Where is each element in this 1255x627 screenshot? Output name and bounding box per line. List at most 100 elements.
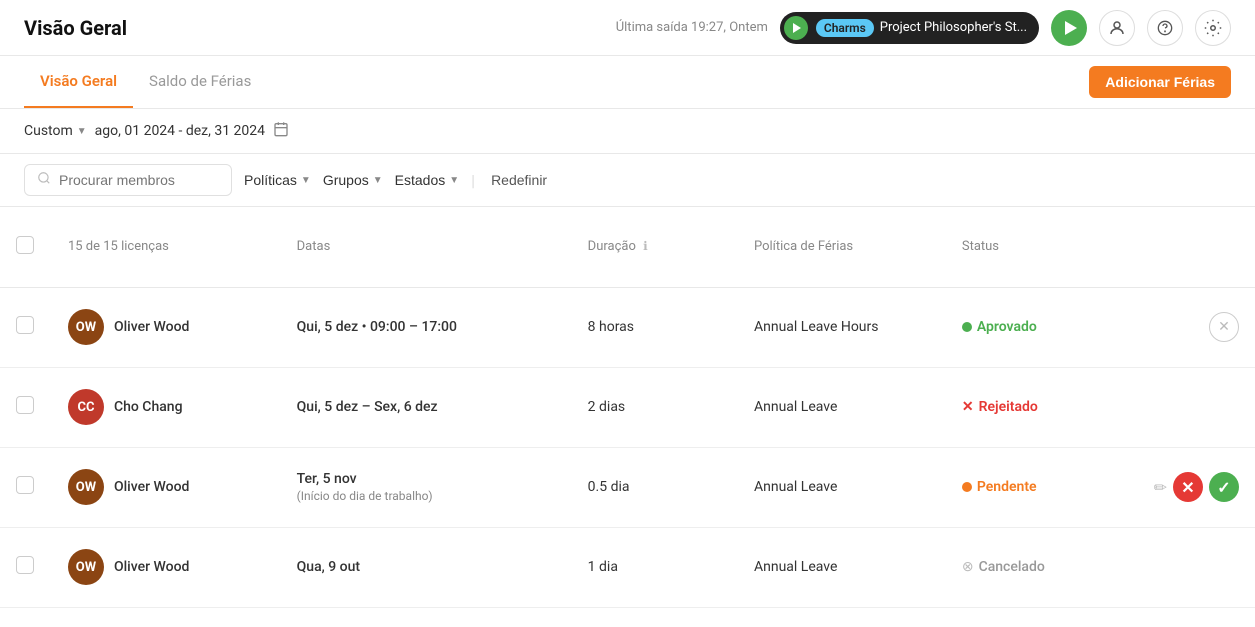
- cancel-action-button[interactable]: ✕: [1209, 312, 1239, 342]
- status-badge: Aprovado: [962, 319, 1117, 335]
- actions-cell: ✕: [1133, 287, 1255, 367]
- policies-arrow-icon: ▼: [301, 175, 311, 186]
- status-dot-icon: [962, 322, 972, 332]
- reset-button[interactable]: Redefinir: [491, 172, 547, 188]
- status-badge: ✕Rejeitado: [962, 399, 1117, 415]
- add-ferias-button[interactable]: Adicionar Férias: [1089, 66, 1231, 98]
- help-icon-button[interactable]: [1147, 10, 1183, 46]
- action-icons: ✏ ✕ ✓: [1149, 472, 1239, 502]
- duration-cell: 8 horas: [572, 287, 738, 367]
- page-title: Visão Geral: [24, 16, 127, 40]
- search-filter-row: Políticas ▼ Grupos ▼ Estados ▼ | Redefin…: [0, 154, 1255, 207]
- date-main: Ter, 5 nov: [297, 471, 556, 487]
- actions-cell: [1133, 367, 1255, 447]
- duration-cell: 1 dia: [572, 527, 738, 607]
- select-all-checkbox[interactable]: [16, 236, 34, 254]
- date-main: Qui, 5 dez • 09:00 – 17:00: [297, 319, 556, 335]
- policy-cell: Annual Leave: [738, 527, 946, 607]
- user-icon-button[interactable]: [1099, 10, 1135, 46]
- project-play-icon: [784, 16, 808, 40]
- calendar-icon[interactable]: [273, 121, 289, 141]
- avatar: OW: [68, 469, 104, 505]
- groups-arrow-icon: ▼: [373, 175, 383, 186]
- table-wrap: 15 de 15 licenças Datas Duração ℹ Políti…: [0, 207, 1255, 627]
- date-filter: Custom ▼ ago, 01 2024 - dez, 31 2024: [24, 121, 289, 141]
- date-filter-row: Custom ▼ ago, 01 2024 - dez, 31 2024: [0, 109, 1255, 154]
- edit-action-button[interactable]: ✏: [1154, 478, 1167, 497]
- row-checkbox[interactable]: [16, 396, 34, 414]
- member-cell: OW Oliver Wood: [68, 309, 265, 345]
- project-tag: Charms: [816, 19, 874, 37]
- row-checkbox[interactable]: [16, 316, 34, 334]
- duration-cell: 0.5 dia: [572, 447, 738, 527]
- member-cell: OW Oliver Wood: [68, 469, 265, 505]
- avatar: OW: [68, 309, 104, 345]
- status-dot-icon: [962, 482, 972, 492]
- duration-cell: 2 dias: [572, 367, 738, 447]
- th-check: [0, 207, 52, 287]
- status-badge: Pendente: [962, 479, 1117, 495]
- header: Visão Geral Última saída 19:27, Ontem Ch…: [0, 0, 1255, 56]
- member-name: Oliver Wood: [114, 319, 189, 335]
- avatar: CC: [68, 389, 104, 425]
- play-button[interactable]: [1051, 10, 1087, 46]
- table-row: OW Oliver Wood Qui, 5 dez • 09:00 – 17:0…: [0, 287, 1255, 367]
- th-duration: Duração ℹ: [572, 207, 738, 287]
- member-cell: CC Cho Chang: [68, 389, 265, 425]
- status-cell: ✕Rejeitado: [946, 367, 1133, 447]
- table-row: OW Oliver Wood Ter, 5 nov (Início do dia…: [0, 447, 1255, 527]
- duration-info-icon: ℹ: [643, 239, 648, 253]
- tab-saldo-ferias[interactable]: Saldo de Férias: [133, 56, 267, 108]
- header-right: Última saída 19:27, Ontem Charms Project…: [616, 10, 1231, 46]
- separator: |: [471, 171, 475, 190]
- row-checkbox[interactable]: [16, 476, 34, 494]
- status-circle-icon: ⊗: [962, 559, 974, 575]
- active-project[interactable]: Charms Project Philosopher's St...: [780, 12, 1039, 44]
- policies-label: Políticas: [244, 172, 297, 188]
- member-cell: OW Oliver Wood: [68, 549, 265, 585]
- action-icons: ✕: [1149, 312, 1239, 342]
- date-range-label: ago, 01 2024 - dez, 31 2024: [95, 123, 265, 139]
- states-filter-button[interactable]: Estados ▼: [395, 172, 460, 188]
- avatar: OW: [68, 549, 104, 585]
- policy-cell: Annual Leave: [738, 447, 946, 527]
- approve-action-button[interactable]: ✓: [1209, 472, 1239, 502]
- status-cell: ⊗Cancelado: [946, 527, 1133, 607]
- actions-cell: [1133, 527, 1255, 607]
- row-checkbox[interactable]: [16, 556, 34, 574]
- table-row: OW Oliver Wood Qua, 9 out 1 diaAnnual Le…: [0, 527, 1255, 607]
- policy-cell: Annual Leave: [738, 367, 946, 447]
- status-cell: Aprovado: [946, 287, 1133, 367]
- custom-text: Custom: [24, 123, 73, 139]
- member-name: Oliver Wood: [114, 479, 189, 495]
- duration-label: Duração: [588, 239, 636, 254]
- policies-filter-button[interactable]: Políticas ▼: [244, 172, 311, 188]
- tab-visao-geral[interactable]: Visão Geral: [24, 56, 133, 108]
- groups-filter-button[interactable]: Grupos ▼: [323, 172, 383, 188]
- leaves-table: 15 de 15 licenças Datas Duração ℹ Políti…: [0, 207, 1255, 608]
- th-dates: Datas: [281, 207, 572, 287]
- member-name: Cho Chang: [114, 399, 183, 415]
- policy-cell: Annual Leave Hours: [738, 287, 946, 367]
- custom-arrow-icon: ▼: [77, 126, 87, 137]
- custom-label[interactable]: Custom ▼: [24, 123, 87, 139]
- date-sub: (Início do dia de trabalho): [297, 489, 556, 503]
- tab-list: Visão Geral Saldo de Férias: [24, 56, 267, 108]
- status-badge: ⊗Cancelado: [962, 559, 1117, 575]
- th-status: Status: [946, 207, 1133, 287]
- status-cell: Pendente: [946, 447, 1133, 527]
- date-main: Qua, 9 out: [297, 559, 556, 575]
- actions-cell: ✏ ✕ ✓: [1133, 447, 1255, 527]
- project-name: Project Philosopher's St...: [880, 20, 1027, 35]
- status-x-icon: ✕: [962, 399, 974, 415]
- settings-icon-button[interactable]: [1195, 10, 1231, 46]
- reject-action-button[interactable]: ✕: [1173, 472, 1203, 502]
- th-actions: [1133, 207, 1255, 287]
- search-icon: [37, 171, 51, 189]
- tabs-bar: Visão Geral Saldo de Férias Adicionar Fé…: [0, 56, 1255, 109]
- last-exit-label: Última saída 19:27, Ontem: [616, 20, 768, 35]
- th-member: 15 de 15 licenças: [52, 207, 281, 287]
- member-name: Oliver Wood: [114, 559, 189, 575]
- states-arrow-icon: ▼: [449, 175, 459, 186]
- search-input[interactable]: [59, 172, 219, 188]
